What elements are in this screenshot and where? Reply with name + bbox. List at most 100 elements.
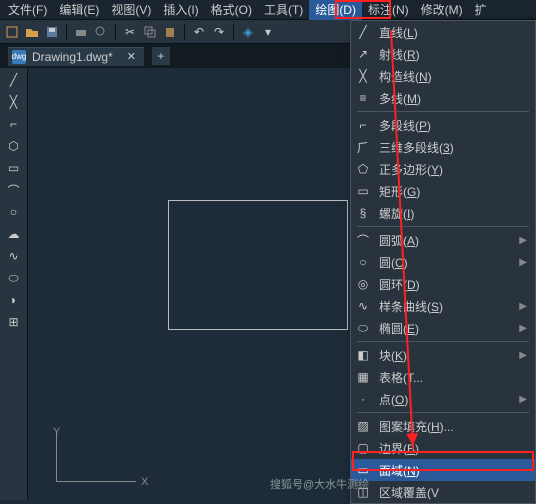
- menu-item-point[interactable]: · 点(O) ▶: [351, 388, 535, 410]
- submenu-arrow-icon: ▶: [519, 257, 527, 268]
- menu-item-label: 点(O): [379, 391, 511, 408]
- menu-item-ellipse[interactable]: ⬭ 椭圆(E) ▶: [351, 317, 535, 339]
- menu-item-xline[interactable]: ╳ 构造线(N): [351, 65, 535, 87]
- arc-icon: ⌒: [355, 232, 371, 248]
- paste-icon[interactable]: [162, 24, 178, 40]
- menu-item-label: 三维多段线(3): [379, 139, 527, 156]
- menu-item-line[interactable]: ╱ 直线(L): [351, 21, 535, 43]
- submenu-arrow-icon: ▶: [519, 235, 527, 246]
- submenu-arrow-icon: ▶: [519, 301, 527, 312]
- ellipse-icon: ⬭: [355, 320, 371, 336]
- tab-title: Drawing1.dwg*: [32, 50, 113, 64]
- menu-item-label: 图案填充(H)...: [379, 418, 527, 435]
- menu-item-pline[interactable]: ⌐ 多段线(P): [351, 114, 535, 136]
- menu-item-circle[interactable]: ○圆(C)▶: [351, 251, 535, 273]
- menu-5[interactable]: 工具(T): [258, 0, 309, 20]
- menu-item-label: 正多边形(Y): [379, 161, 527, 178]
- 3dpoly-icon: ⺁: [355, 139, 371, 155]
- menu-item-hatch[interactable]: ▨ 图案填充(H)...: [351, 415, 535, 437]
- line-tool-icon[interactable]: ╱: [6, 72, 22, 88]
- draw-menu-dropdown: ╱ 直线(L) ↗ 射线(R) ╳ 构造线(N) ≡ 多线(M) ⌐ 多段线(P) ⺁三维多段线(3…: [350, 20, 536, 504]
- menu-item-helix[interactable]: §螺旋(I): [351, 202, 535, 224]
- new-icon[interactable]: [4, 24, 20, 40]
- pline-tool-icon[interactable]: ⌐: [6, 116, 22, 132]
- menu-item-label: 射线(R): [379, 46, 527, 63]
- undo-icon[interactable]: ↶: [191, 24, 207, 40]
- xline-tool-icon[interactable]: ╳: [6, 94, 22, 110]
- menu-item-block[interactable]: ◧块(K)▶: [351, 344, 535, 366]
- menu-item-donut[interactable]: ◎ 圆环(D): [351, 273, 535, 295]
- add-tab-button[interactable]: +: [152, 47, 170, 65]
- line-icon: ╱: [355, 24, 371, 40]
- xline-icon: ╳: [355, 68, 371, 84]
- menu-8[interactable]: 修改(M): [415, 0, 469, 20]
- menu-4[interactable]: 格式(O): [205, 0, 258, 20]
- dwg-icon[interactable]: ◈: [240, 24, 256, 40]
- menu-1[interactable]: 编辑(E): [53, 0, 105, 20]
- circle-tool-icon[interactable]: ○: [6, 204, 22, 220]
- table-icon: ▦: [355, 369, 371, 385]
- submenu-arrow-icon: ▶: [519, 323, 527, 334]
- insert-tool-icon[interactable]: ⊞: [6, 314, 22, 330]
- tool-palette: ╱ ╳ ⌐ ⬡ ▭ ⌒ ○ ☁ ∿ ⬭ ◗ ⊞: [0, 68, 28, 500]
- menu-item-label: 构造线(N): [379, 68, 527, 85]
- spline-icon: ∿: [355, 298, 371, 314]
- rect-tool-icon[interactable]: ▭: [6, 160, 22, 176]
- redo-icon[interactable]: ↷: [211, 24, 227, 40]
- menu-item-ray[interactable]: ↗ 射线(R): [351, 43, 535, 65]
- menu-item-label: 样条曲线(S): [379, 298, 511, 315]
- close-icon[interactable]: ✕: [127, 50, 136, 63]
- helix-icon: §: [355, 205, 371, 221]
- menu-3[interactable]: 插入(I): [157, 0, 204, 20]
- hatch-icon: ▨: [355, 418, 371, 434]
- menu-item-label: 多线(M): [379, 90, 527, 107]
- point-icon: ·: [355, 391, 371, 407]
- copy-icon[interactable]: [142, 24, 158, 40]
- mline-icon: ≡: [355, 90, 371, 106]
- menu-item-label: 圆(C): [379, 254, 511, 271]
- menu-item-label: 区域覆盖(V: [379, 484, 527, 501]
- menu-item-mline[interactable]: ≡ 多线(M): [351, 87, 535, 109]
- menu-item-3dpoly[interactable]: ⺁三维多段线(3): [351, 136, 535, 158]
- cut-icon[interactable]: ✂: [122, 24, 138, 40]
- menu-item-label: 直线(L): [379, 24, 527, 41]
- menu-item-arc[interactable]: ⌒ 圆弧(A) ▶: [351, 229, 535, 251]
- watermark: 搜狐号@大水牛测绘: [270, 476, 369, 492]
- ellipse-arc-tool-icon[interactable]: ◗: [6, 292, 22, 308]
- ray-icon: ↗: [355, 46, 371, 62]
- chevron-down-icon[interactable]: ▾: [260, 24, 276, 40]
- ellipse-tool-icon[interactable]: ⬭: [6, 270, 22, 286]
- menu-item-label: 圆弧(A): [379, 232, 511, 249]
- donut-icon: ◎: [355, 276, 371, 292]
- annotation-box: [335, 0, 391, 19]
- menu-item-label: 表格(T...: [379, 369, 527, 386]
- drawn-rectangle: [168, 200, 348, 330]
- submenu-arrow-icon: ▶: [519, 394, 527, 405]
- menu-9[interactable]: 扩: [469, 0, 493, 20]
- spline-tool-icon[interactable]: ∿: [6, 248, 22, 264]
- menu-item-table[interactable]: ▦ 表格(T...: [351, 366, 535, 388]
- menu-item-spline[interactable]: ∿ 样条曲线(S) ▶: [351, 295, 535, 317]
- menu-item-label: 椭圆(E): [379, 320, 511, 337]
- menu-item-label: 块(K): [379, 347, 511, 364]
- annotation-box: [352, 451, 534, 471]
- plot-icon[interactable]: [73, 24, 89, 40]
- menubar: 文件(F)编辑(E)视图(V)插入(I)格式(O)工具(T)绘图(D)标注(N)…: [0, 0, 536, 20]
- menu-0[interactable]: 文件(F): [2, 0, 53, 20]
- menu-item-rect[interactable]: ▭ 矩形(G): [351, 180, 535, 202]
- open-icon[interactable]: [24, 24, 40, 40]
- menu-item-label: 圆环(D): [379, 276, 527, 293]
- menu-item-polygon[interactable]: ⬠ 正多边形(Y): [351, 158, 535, 180]
- menu-item-label: 矩形(G): [379, 183, 527, 200]
- save-icon[interactable]: [44, 24, 60, 40]
- preview-icon[interactable]: [93, 24, 109, 40]
- polygon-icon: ⬠: [355, 161, 371, 177]
- arc-tool-icon[interactable]: ⌒: [6, 182, 22, 198]
- polygon-tool-icon[interactable]: ⬡: [6, 138, 22, 154]
- menu-item-label: 多段线(P): [379, 117, 527, 134]
- document-tab[interactable]: dwg Drawing1.dwg* ✕: [8, 47, 144, 66]
- rect-icon: ▭: [355, 183, 371, 199]
- revcloud-tool-icon[interactable]: ☁: [6, 226, 22, 242]
- menu-2[interactable]: 视图(V): [105, 0, 157, 20]
- pline-icon: ⌐: [355, 117, 371, 133]
